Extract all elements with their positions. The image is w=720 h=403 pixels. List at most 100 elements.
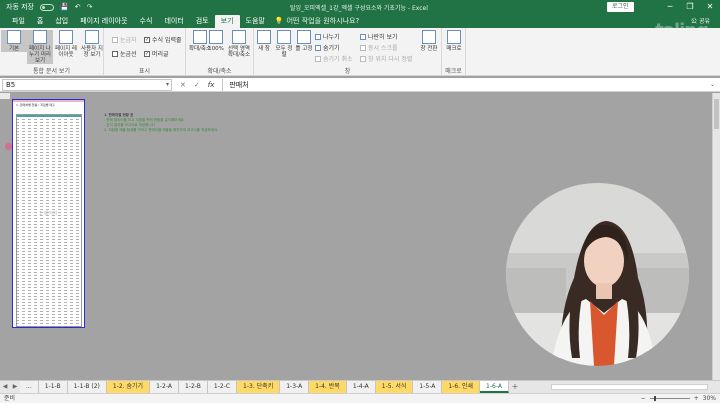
new-window-button[interactable]: 새 창 <box>255 30 273 52</box>
page-break-preview-button[interactable]: 페이지 나누기 미리 보기 <box>27 30 53 64</box>
tab-insert[interactable]: 삽입 <box>49 15 74 28</box>
sheet-tab[interactable]: 1-5. 서식 <box>375 381 414 393</box>
unhide-icon <box>315 55 321 62</box>
table-row <box>16 284 82 285</box>
cancel-icon[interactable]: ✕ <box>180 81 186 89</box>
sync-scroll-button[interactable]: 동시 스크롤 <box>360 43 398 52</box>
tab-file[interactable]: 파일 <box>6 15 31 28</box>
group-show: 눈금자 ✓ 수식 입력줄 눈금선 ✓ 머리글 표시 <box>104 28 186 76</box>
formula-input[interactable]: 판매처 <box>222 78 710 91</box>
formula-bar-checkbox[interactable]: ✓ 수식 입력줄 <box>144 35 182 44</box>
autosave-label: 자동 저장 <box>6 3 34 11</box>
name-box[interactable]: B5 <box>2 78 172 91</box>
tab-data[interactable]: 데이터 <box>158 15 189 28</box>
page-layout-label: 페이지 레이아웃 <box>55 46 77 58</box>
table-row <box>16 161 82 162</box>
maximize-button[interactable]: ❐ <box>680 0 700 14</box>
title-bar: 자동 저장 💾 ↶ ↷ 탈잉_오피엑셀_1강_엑셀 구성요소와 기초기능 - E… <box>0 0 720 14</box>
sheet-tab[interactable]: 1-2. 숨기기 <box>106 381 151 393</box>
next-sheet-icon[interactable]: ▶ <box>10 381 20 393</box>
unhide-button[interactable]: 숨기기 취소 <box>315 54 353 63</box>
page-title: 1. 판매처별 현황 / 지점별 매출 <box>16 103 56 107</box>
arrange-all-button[interactable]: 모두 정렬 <box>274 30 294 58</box>
sheet-tab[interactable]: 1-4-A <box>346 381 376 393</box>
tell-me-search[interactable]: 💡 어떤 작업을 원하시나요? <box>275 15 359 28</box>
group-zoom: 확대/축소 100% 선택 영역 확대/축소 확대/축소 <box>186 28 254 76</box>
tab-home[interactable]: 홈 <box>31 15 49 28</box>
zoom-in-button[interactable]: + <box>694 394 699 403</box>
tab-review[interactable]: 검토 <box>190 15 215 28</box>
presenter-illustration <box>506 183 689 366</box>
reset-position-button[interactable]: 창 위치 다시 정렬 <box>360 54 412 63</box>
hide-button[interactable]: 숨기기 <box>315 43 340 52</box>
sheet-tab[interactable]: 1-1-B (2) <box>67 381 107 393</box>
sheet-tab[interactable]: 1-5-A <box>413 381 443 393</box>
tab-page-layout[interactable]: 페이지 레이아웃 <box>74 15 133 28</box>
custom-views-button[interactable]: 사용자 지정 보기 <box>79 30 105 58</box>
sheet-tab[interactable]: 1-3. 단축키 <box>237 381 281 393</box>
gridlines-checkbox[interactable]: 눈금선 <box>112 49 137 58</box>
sheet-tab[interactable]: 1-2-B <box>179 381 208 393</box>
zoom-100-button[interactable]: 100% <box>206 30 226 52</box>
scroll-track[interactable] <box>550 384 708 390</box>
tab-formulas[interactable]: 수식 <box>134 15 159 28</box>
scroll-thumb[interactable] <box>714 99 719 129</box>
sheet-tab[interactable]: 1-1-B <box>38 381 68 393</box>
ribbon: 기본 페이지 나누기 미리 보기 페이지 레이아웃 사용자 지정 보기 통합 문… <box>0 28 720 76</box>
table-row <box>16 125 82 126</box>
side-by-side-button[interactable]: 나란히 보기 <box>360 32 398 41</box>
table-row <box>16 146 82 147</box>
ruler-checkbox[interactable]: 눈금자 <box>112 35 137 44</box>
table-row <box>16 263 82 264</box>
table-row <box>16 323 82 324</box>
undo-icon[interactable]: ↶ <box>75 3 81 11</box>
sheet-tab[interactable]: 1-3-A <box>280 381 310 393</box>
table-row <box>16 248 82 249</box>
login-button[interactable]: 로그인 <box>607 2 634 12</box>
vertical-scrollbar[interactable] <box>712 93 720 380</box>
table-row <box>16 230 82 231</box>
sheet-tab[interactable]: 1-2-A <box>150 381 180 393</box>
minimize-button[interactable]: ─ <box>660 0 680 14</box>
table-row <box>16 218 82 219</box>
sheet-tab[interactable]: 1-4. 반복 <box>309 381 347 393</box>
select-all-corner[interactable] <box>0 93 10 99</box>
headings-checkbox[interactable]: ✓ 머리글 <box>144 49 169 58</box>
split-button[interactable]: 나누기 <box>315 32 340 41</box>
sync-scroll-icon <box>360 44 366 51</box>
prev-sheet-icon[interactable]: ◀ <box>0 381 10 393</box>
zoom-selection-button[interactable]: 선택 영역 확대/축소 <box>226 30 252 58</box>
table-row <box>16 200 82 201</box>
enter-icon[interactable]: ✓ <box>194 81 200 89</box>
add-sheet-button[interactable]: + <box>509 381 521 393</box>
freeze-panes-button[interactable]: 틀 고정 <box>294 30 314 52</box>
tab-help[interactable]: 도움말 <box>240 15 271 28</box>
sheet-tab[interactable]: 1-2-C <box>207 381 238 393</box>
table-row <box>16 155 82 156</box>
zoom-out-button[interactable]: − <box>641 394 646 403</box>
normal-view-button[interactable]: 기본 <box>1 30 27 52</box>
close-button[interactable]: ✕ <box>700 0 720 14</box>
print-page-preview[interactable]: 1. 판매처별 현황 / 지점별 매출 1 페이지 <box>12 99 85 328</box>
table-row <box>16 170 82 171</box>
table-row <box>16 134 82 135</box>
table-row <box>16 242 82 243</box>
switch-windows-button[interactable]: 창 전환 <box>418 30 440 52</box>
table-row <box>16 206 82 207</box>
sheet-tab[interactable]: ... <box>20 381 39 393</box>
save-icon[interactable]: 💾 <box>60 3 69 11</box>
zoom-level[interactable]: 30% <box>703 394 716 403</box>
expand-formula-icon[interactable]: ⌄ <box>710 81 720 88</box>
sheet-tab[interactable]: 1-6. 인쇄 <box>442 381 481 393</box>
table-row <box>16 269 82 270</box>
zoom-control: − + 30% <box>641 394 716 403</box>
redo-icon[interactable]: ↷ <box>87 3 93 11</box>
fx-icon[interactable]: fx <box>208 81 215 89</box>
zoom-slider[interactable] <box>649 396 690 401</box>
page-layout-button[interactable]: 페이지 레이아웃 <box>53 30 79 58</box>
sheet-tab-active[interactable]: 1-6-A <box>480 381 509 393</box>
horizontal-scrollbar[interactable] <box>550 381 720 393</box>
macros-button[interactable]: 매크로 <box>442 30 466 52</box>
tab-view[interactable]: 보기 <box>214 15 240 28</box>
autosave-toggle[interactable] <box>40 3 54 11</box>
